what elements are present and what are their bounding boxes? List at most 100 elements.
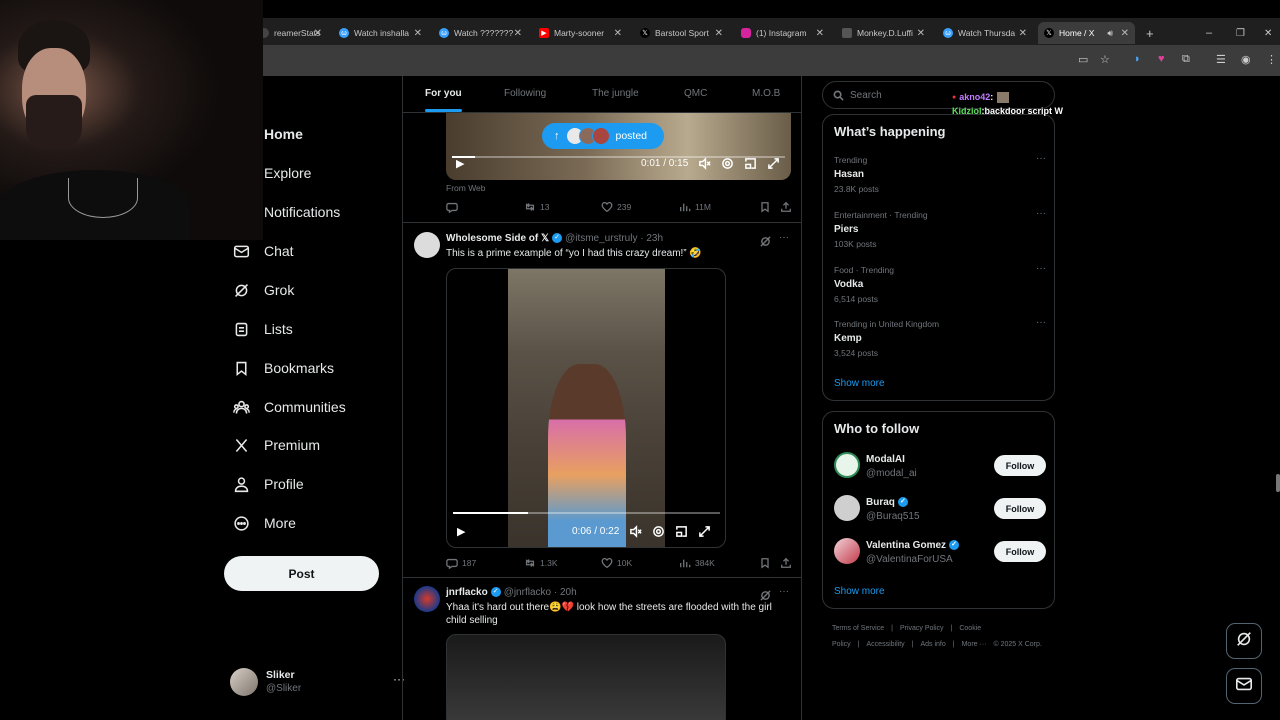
extension-icon[interactable]: ◗ [1134, 53, 1141, 65]
tweet-age[interactable]: · 23h [640, 233, 663, 244]
follow-suggestion[interactable]: ModalAI @modal_ai Follow [834, 452, 1046, 482]
tab-qmc[interactable]: QMC [684, 88, 707, 99]
repost-button[interactable]: 13 [524, 201, 549, 213]
browser-tab[interactable]: ▶ Marty-sooner ✕ [533, 22, 628, 44]
sidebar-toggle-icon[interactable]: ☰ [1216, 53, 1226, 66]
avatar[interactable] [414, 232, 440, 258]
sidebar-item-communities[interactable]: Communities [215, 392, 346, 422]
footer-link[interactable]: Terms of Service [832, 625, 884, 632]
trend-more-icon[interactable]: ··· [1036, 208, 1046, 219]
repost-button[interactable]: 1.3K [524, 557, 558, 569]
video-progress-bar[interactable] [453, 512, 720, 514]
puzzle-icon[interactable]: ⧉ [1182, 53, 1190, 66]
reply-button[interactable] [446, 201, 462, 213]
browser-tab[interactable]: reamerStats ✕ [253, 22, 328, 44]
browser-tab[interactable]: (1) Instagram ✕ [735, 22, 830, 44]
fullscreen-icon[interactable] [698, 525, 711, 538]
tweet-video[interactable]: ▶ 0:06 / 0:22 [446, 268, 726, 548]
browser-tab[interactable]: ω Watch inshalla ✕ [333, 22, 428, 44]
window-close-button[interactable]: ✕ [1258, 22, 1278, 44]
avatar[interactable] [414, 586, 440, 612]
sidebar-item-premium[interactable]: Premium [215, 430, 320, 460]
close-icon[interactable]: ✕ [715, 28, 723, 39]
close-icon[interactable]: ✕ [1019, 28, 1027, 39]
tab-for-you[interactable]: For you [425, 88, 462, 112]
mute-icon[interactable] [629, 525, 642, 538]
pip-icon[interactable] [744, 157, 757, 170]
pip-icon[interactable] [675, 525, 688, 538]
messages-float-button[interactable] [1226, 668, 1262, 704]
maximize-button[interactable]: ❐ [1230, 22, 1250, 44]
trend-more-icon[interactable]: ··· [1036, 153, 1046, 164]
sidebar-item-more[interactable]: More [215, 508, 296, 538]
settings-icon[interactable] [721, 157, 734, 170]
tab-following[interactable]: Following [504, 88, 546, 99]
new-tab-button[interactable]: + [1140, 22, 1160, 44]
trend-item[interactable]: Trending Hasan 23.8K posts ··· [834, 153, 1046, 194]
new-posts-pill[interactable]: ↑ posted [542, 123, 664, 149]
mute-icon[interactable] [698, 157, 711, 170]
browser-tab-active[interactable]: 𝕏 Home / X 🔊︎ ✕ [1038, 22, 1135, 44]
avatar-icon[interactable]: ◉ [1241, 53, 1251, 66]
share-button[interactable] [780, 201, 796, 213]
bookmark-button[interactable] [759, 557, 775, 569]
play-icon[interactable]: ▶ [456, 157, 464, 170]
close-icon[interactable]: ✕ [314, 28, 322, 39]
close-icon[interactable]: ✕ [917, 28, 925, 39]
show-more-link[interactable]: Show more [834, 378, 885, 389]
like-button[interactable]: 239 [601, 201, 631, 213]
install-icon[interactable]: ▭ [1078, 53, 1088, 66]
share-button[interactable] [780, 557, 796, 569]
settings-icon[interactable] [652, 525, 665, 538]
close-icon[interactable]: ✕ [414, 28, 422, 39]
scrollbar[interactable] [1276, 474, 1280, 492]
footer-link[interactable]: Privacy Policy [900, 625, 944, 632]
follow-button[interactable]: Follow [994, 498, 1046, 519]
browser-tab[interactable]: 𝕏 Barstool Sport ✕ [634, 22, 729, 44]
show-more-link[interactable]: Show more [834, 586, 885, 597]
follow-button[interactable]: Follow [994, 541, 1046, 562]
fullscreen-icon[interactable] [767, 157, 780, 170]
close-icon[interactable]: ✕ [816, 28, 824, 39]
tweet-more-icon[interactable]: ··· [779, 586, 789, 597]
trend-item[interactable]: Entertainment · Trending Piers 103K post… [834, 208, 1046, 249]
grok-float-button[interactable] [1226, 623, 1262, 659]
extension-icon[interactable]: ♥ [1158, 53, 1165, 65]
close-icon[interactable]: ✕ [614, 28, 622, 39]
sidebar-item-grok[interactable]: Grok [215, 275, 294, 305]
grok-icon[interactable] [760, 234, 771, 247]
sidebar-item-profile[interactable]: Profile [215, 469, 304, 499]
footer-link[interactable]: © 2025 X Corp. [993, 641, 1041, 648]
footer-link[interactable]: Accessibility [867, 641, 905, 648]
bookmark-button[interactable] [759, 201, 775, 213]
speaker-icon[interactable]: 🔊︎ [1107, 28, 1113, 39]
tab-the-jungle[interactable]: The jungle [592, 88, 639, 99]
sidebar-item-lists[interactable]: Lists [215, 314, 293, 344]
trend-item[interactable]: Trending in United Kingdom Kemp 3,524 po… [834, 317, 1046, 358]
follow-suggestion[interactable]: Buraq ✓ @Buraq515 Follow [834, 495, 1046, 525]
footer-link[interactable]: Ads info [920, 641, 945, 648]
minimize-button[interactable]: – [1200, 22, 1220, 44]
trend-more-icon[interactable]: ··· [1036, 263, 1046, 274]
trend-more-icon[interactable]: ··· [1036, 317, 1046, 328]
tab-mob[interactable]: M.O.B [752, 88, 780, 99]
tweet-author[interactable]: Wholesome Side of 𝕏 [446, 233, 549, 244]
trend-item[interactable]: Food · Trending Vodka 6,514 posts ··· [834, 263, 1046, 304]
close-icon[interactable]: ✕ [1121, 28, 1129, 39]
tweet-more-icon[interactable]: ··· [779, 232, 789, 243]
tweet-handle[interactable]: @itsme_urstruly [565, 233, 637, 244]
account-switcher[interactable]: Sliker @Sliker ··· [230, 666, 405, 698]
follow-suggestion[interactable]: Valentina Gomez ✓ @ValentinaForUSA Follow [834, 538, 1046, 568]
like-button[interactable]: 10K [601, 557, 632, 569]
browser-tab[interactable]: Monkey.D.Luffi ✕ [836, 22, 931, 44]
star-icon[interactable]: ☆ [1100, 53, 1110, 66]
views-button[interactable]: 384K [679, 557, 715, 569]
browser-tab[interactable]: ω Watch ??????? ✕ [433, 22, 528, 44]
tweet-handle[interactable]: @jnrflacko [504, 587, 551, 598]
post-button[interactable]: Post [224, 556, 379, 591]
reply-button[interactable]: 187 [446, 557, 476, 569]
follow-button[interactable]: Follow [994, 455, 1046, 476]
close-icon[interactable]: ✕ [514, 28, 522, 39]
menu-icon[interactable]: ⋮ [1266, 53, 1277, 66]
tweet-author[interactable]: jnrflacko [446, 587, 488, 598]
